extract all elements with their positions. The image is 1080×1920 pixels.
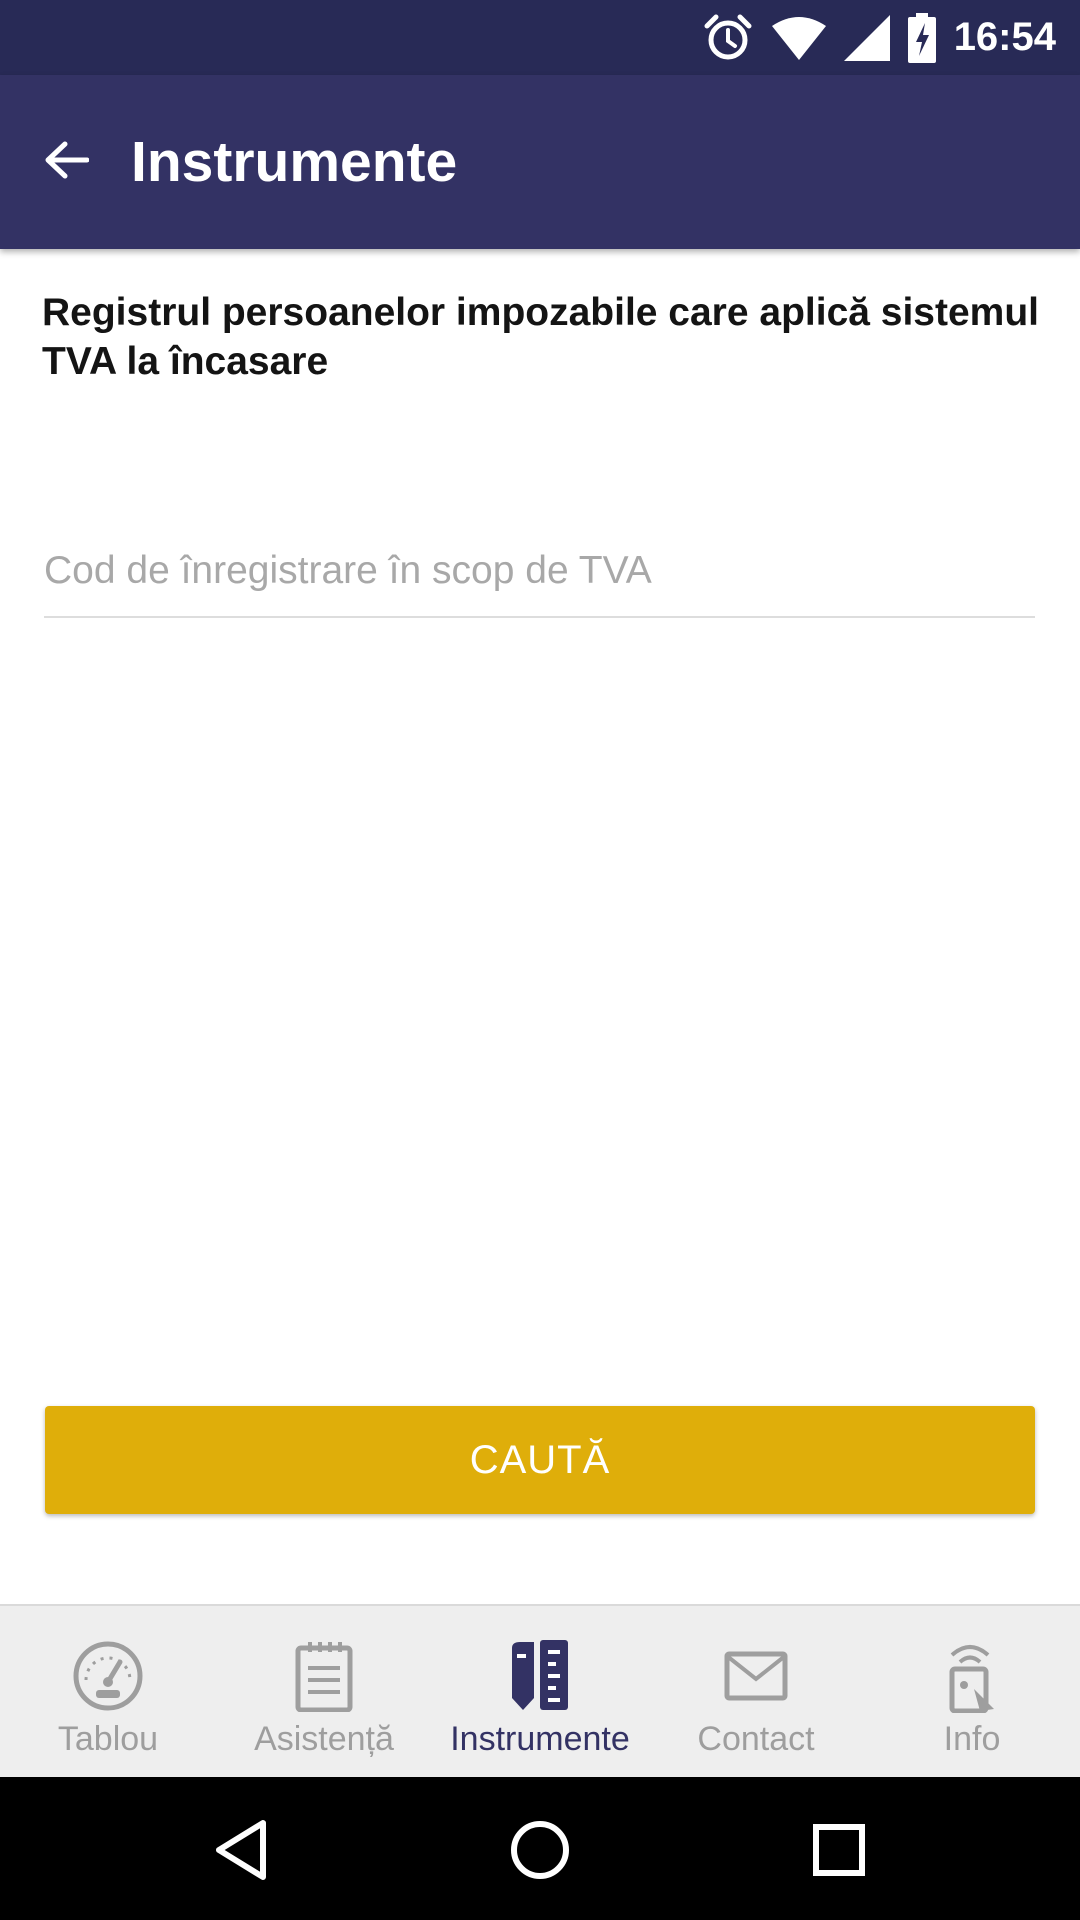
dashboard-gauge-icon xyxy=(68,1636,148,1716)
notepad-icon xyxy=(284,1636,364,1716)
nav-item-info[interactable]: Info xyxy=(864,1606,1080,1779)
page-title: Instrumente xyxy=(131,130,458,194)
home-circle-icon xyxy=(510,1820,570,1885)
recents-square-icon xyxy=(813,1823,865,1881)
status-icons: 16:54 xyxy=(702,0,1056,75)
nav-label-instrumente: Instrumente xyxy=(450,1720,630,1758)
nav-label-info: Info xyxy=(943,1720,1001,1758)
wifi-icon xyxy=(771,16,826,60)
section-heading: Registrul persoanelor impozabile care ap… xyxy=(42,291,1040,383)
tools-rulers-icon xyxy=(500,1636,580,1716)
envelope-icon xyxy=(716,1636,796,1716)
system-navigation-bar xyxy=(0,1777,1080,1920)
search-button[interactable]: CAUTĂ xyxy=(45,1406,1035,1514)
nav-item-asistenta[interactable]: Asistență xyxy=(216,1606,432,1779)
bottom-navigation: Tablou Asistență Instrumente Contact Inf… xyxy=(0,1604,1080,1779)
back-button[interactable] xyxy=(30,126,102,198)
system-home-button[interactable] xyxy=(495,1807,585,1897)
system-recents-button[interactable] xyxy=(794,1807,884,1897)
arrow-left-icon xyxy=(43,140,90,185)
app-bar: Instrumente xyxy=(0,75,1080,249)
nav-item-tablou[interactable]: Tablou xyxy=(0,1606,216,1779)
nav-label-tablou: Tablou xyxy=(57,1720,159,1758)
status-bar: 16:54 xyxy=(0,0,1080,75)
nav-label-asistenta: Asistență xyxy=(254,1720,394,1758)
system-back-button[interactable] xyxy=(196,1807,286,1897)
alarm-icon xyxy=(702,12,754,64)
vat-code-input[interactable] xyxy=(44,526,1035,618)
nav-item-contact[interactable]: Contact xyxy=(648,1606,864,1779)
back-triangle-icon xyxy=(213,1819,269,1886)
status-time: 16:54 xyxy=(953,15,1056,59)
info-signal-icon xyxy=(932,1636,1012,1716)
signal-icon xyxy=(843,14,890,61)
nav-label-contact: Contact xyxy=(697,1720,815,1758)
nav-item-instrumente[interactable]: Instrumente xyxy=(432,1606,648,1779)
battery-charging-icon xyxy=(907,12,936,63)
